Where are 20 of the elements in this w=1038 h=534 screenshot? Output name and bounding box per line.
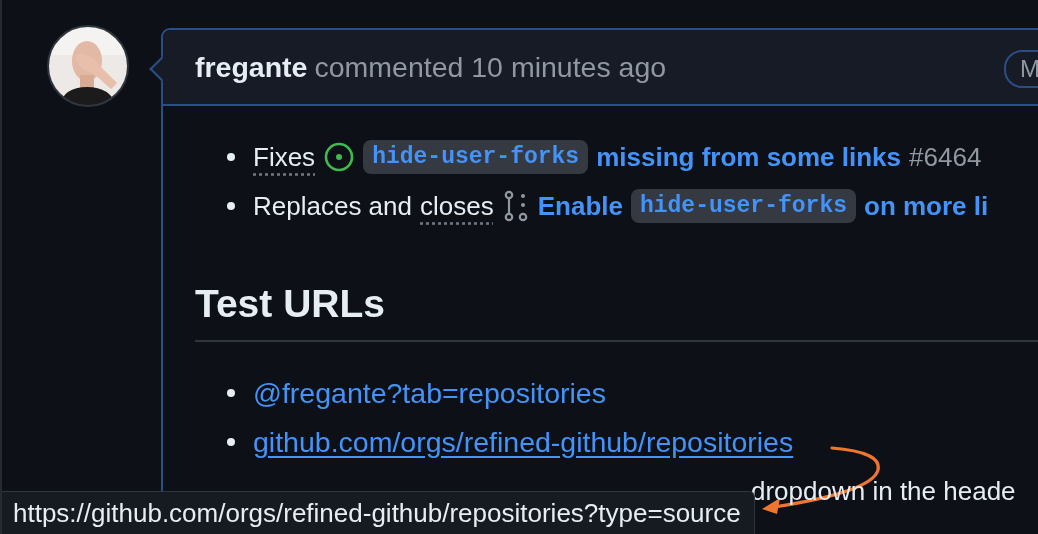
code-chip[interactable]: hide-user-forks [363, 140, 589, 174]
member-badge: M [1004, 50, 1038, 88]
bullet-icon [227, 438, 235, 446]
url-link[interactable]: @fregante?tab=repositories [253, 376, 606, 410]
issue-number: #6464 [909, 141, 982, 173]
url-link[interactable]: github.com/orgs/refined-github/repositories [253, 425, 794, 459]
bullet-icon [227, 153, 235, 161]
section-heading: Test URLs [195, 282, 386, 326]
list-text: Replaces and [253, 190, 412, 222]
bullet-icon [227, 202, 235, 210]
bullet-icon [227, 389, 235, 397]
issue-link[interactable]: Enable [537, 190, 623, 222]
issue-link[interactable]: missing from some links [596, 141, 902, 173]
author-name[interactable]: fregante [195, 50, 308, 84]
comment-time: commented 10 minutes ago [314, 50, 667, 84]
issue-link[interactable]: on more li [864, 190, 989, 222]
issue-icon [323, 141, 356, 173]
keyword: Fixes [253, 141, 316, 173]
keyword: closes [420, 190, 494, 222]
code-chip[interactable]: hide-user-forks [630, 189, 856, 223]
